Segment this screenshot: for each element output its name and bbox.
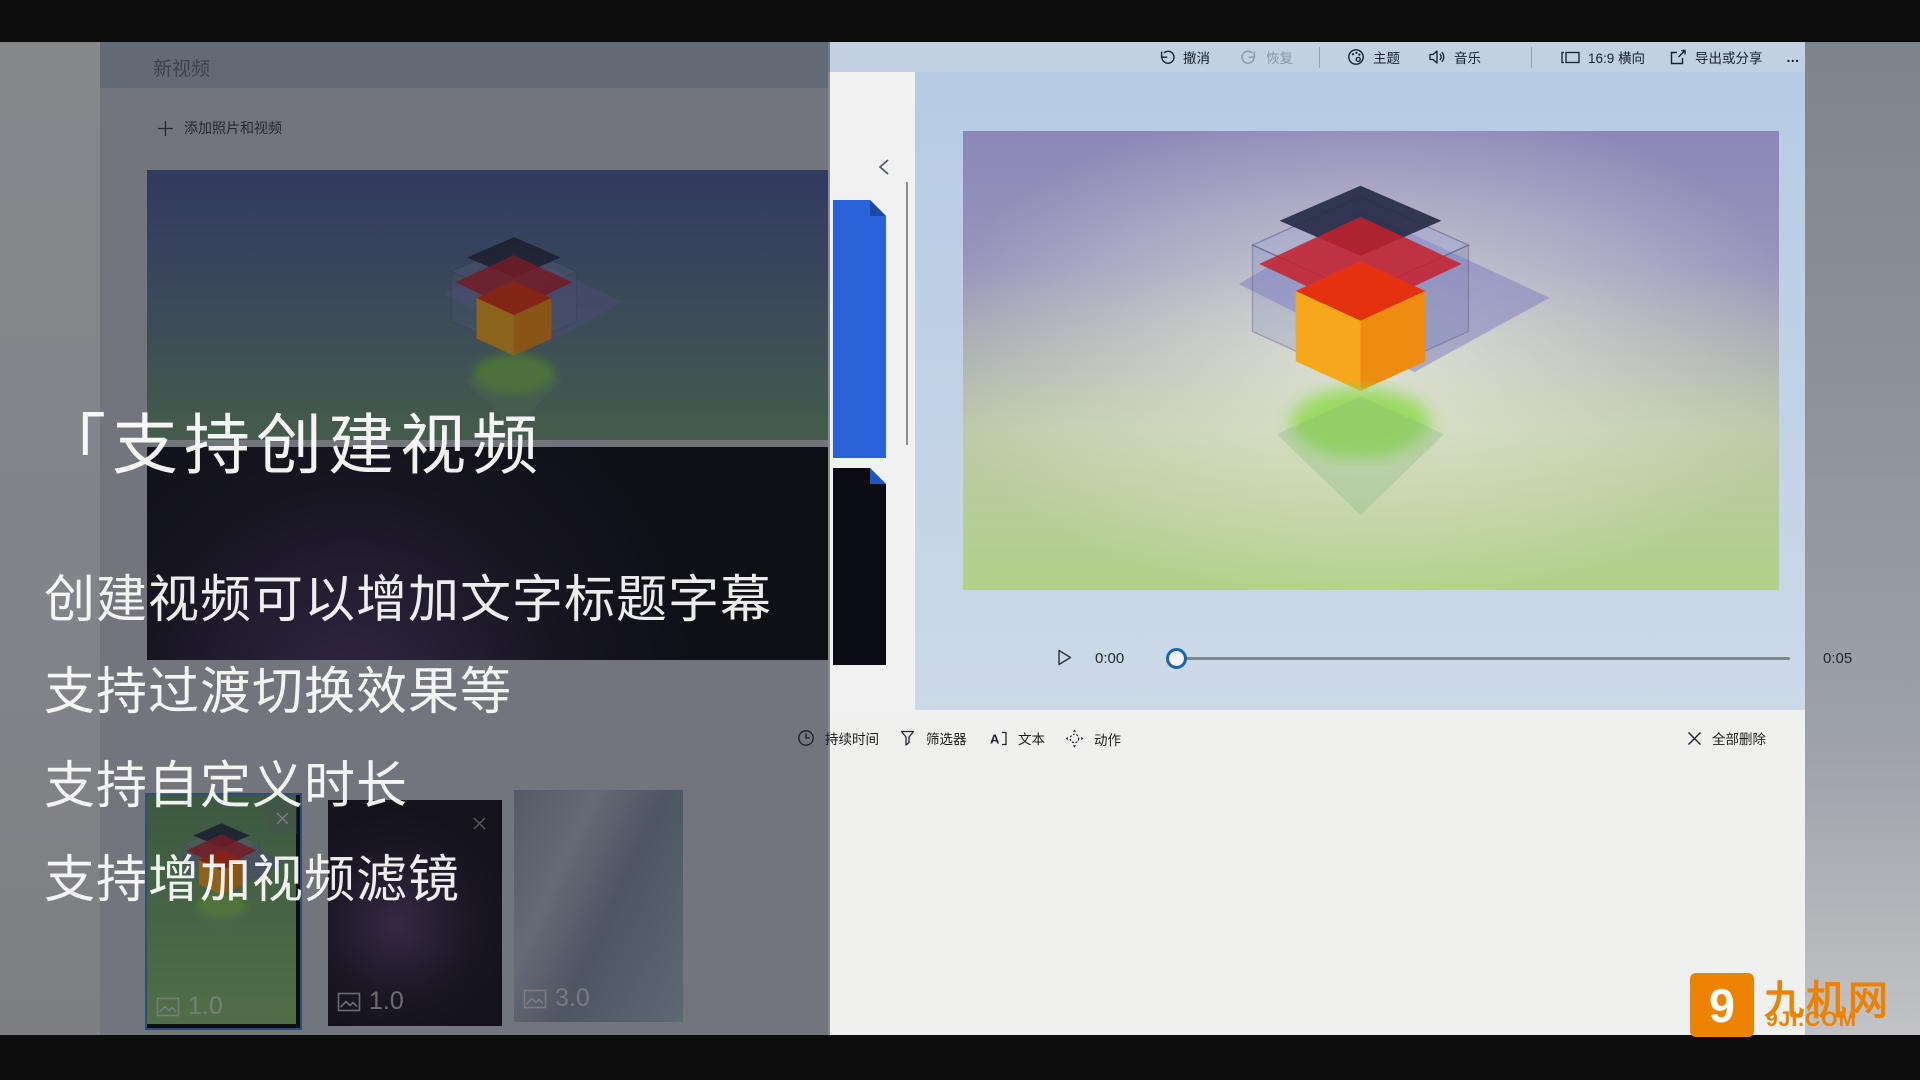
delete-all-button[interactable]: 全部删除 <box>1686 728 1766 748</box>
editor-toolbar: 撤消 恢复 主题 <box>828 42 1805 72</box>
aspect-ratio-button[interactable]: 16:9 横向 <box>1560 42 1645 72</box>
collapse-pane-button[interactable] <box>870 152 900 182</box>
pane-scrollbar[interactable] <box>906 182 908 445</box>
redo-button[interactable]: 恢复 <box>1240 42 1293 72</box>
play-icon <box>1055 647 1074 668</box>
preview-area: 0:00 0:05 <box>915 72 1805 710</box>
letterbox-top <box>0 0 1920 42</box>
aspect-ratio-icon <box>1560 48 1581 67</box>
share-icon <box>1668 47 1688 67</box>
blurred-right-margin <box>1805 42 1920 1035</box>
svg-text:A: A <box>990 731 1000 746</box>
total-time: 0:05 <box>1823 650 1852 667</box>
video-preview[interactable] <box>963 131 1779 590</box>
music-button[interactable]: 音乐 <box>1427 42 1481 72</box>
project-card-blue[interactable] <box>833 200 886 458</box>
overlay-line: 支持过渡切换效果等 <box>44 650 512 724</box>
video-editor-window: 撤消 恢复 主题 <box>828 42 1805 1035</box>
motion-icon <box>1064 728 1085 749</box>
more-label: … <box>1786 50 1800 65</box>
elapsed-time: 0:00 <box>1095 650 1124 667</box>
palette-icon <box>1346 47 1366 67</box>
overlay-line: 创建视频可以增加文字标题字幕 <box>44 558 772 632</box>
overlay-line: 支持自定义时长 <box>44 744 408 818</box>
seek-bar[interactable] <box>1172 657 1790 660</box>
letterbox-bottom <box>0 1035 1920 1080</box>
project-card-dark[interactable] <box>833 468 886 665</box>
text-tool-button[interactable]: A 文本 <box>988 728 1045 748</box>
project-pane <box>828 72 915 710</box>
filter-icon <box>898 728 917 748</box>
close-icon <box>1686 730 1703 747</box>
redo-icon <box>1240 48 1259 67</box>
play-button[interactable] <box>1055 647 1077 671</box>
motion-tool-button[interactable]: 动作 <box>1064 728 1121 749</box>
undo-button[interactable]: 撤消 <box>1157 42 1210 72</box>
more-button[interactable]: … <box>1786 42 1800 72</box>
export-share-button[interactable]: 导出或分享 <box>1668 42 1763 72</box>
speaker-icon <box>1427 47 1447 67</box>
theme-button[interactable]: 主题 <box>1346 42 1400 72</box>
toolbar-divider <box>1531 47 1532 68</box>
watermark-logo: 9 <box>1690 973 1754 1037</box>
toolbar-divider <box>1319 47 1320 68</box>
filters-tool-button[interactable]: 筛选器 <box>898 728 967 748</box>
overlay-title: 「支持创建视频 <box>40 392 544 488</box>
screenshot-stage: 新视频 添加照片和视频 <box>0 0 1920 1080</box>
text-icon: A <box>988 729 1009 748</box>
chevron-left-icon <box>876 157 894 177</box>
undo-icon <box>1157 48 1176 67</box>
seek-handle[interactable] <box>1166 648 1187 669</box>
overlay-line: 支持增加视频滤镜 <box>44 838 460 912</box>
tools-bar: 持续时间 筛选器 A 文本 <box>828 710 1805 765</box>
watermark-url: 9JI.COM <box>1766 1008 1857 1032</box>
